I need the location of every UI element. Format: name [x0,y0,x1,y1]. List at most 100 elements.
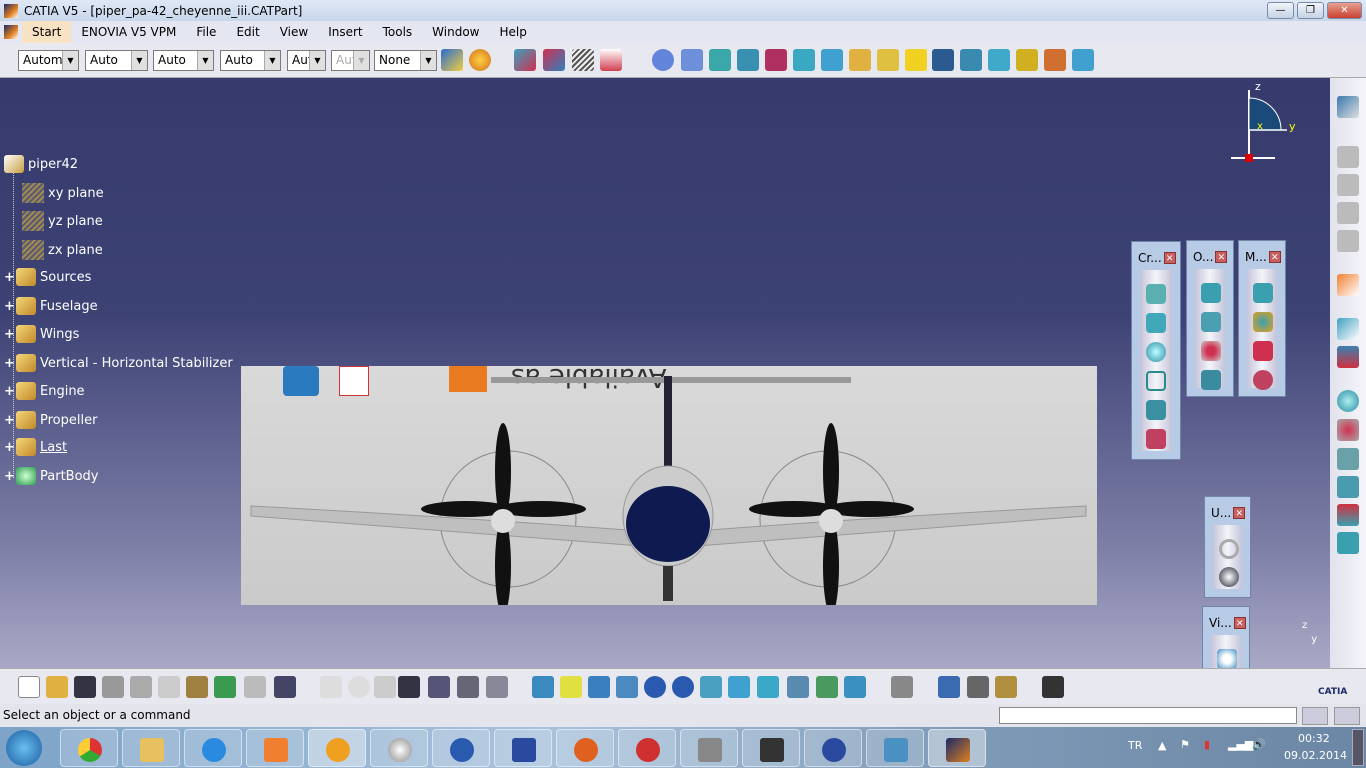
translate-icon[interactable] [821,49,843,71]
paste-icon[interactable] [186,676,208,698]
measure-point-icon[interactable] [1253,370,1273,390]
macro-icon[interactable] [374,676,396,698]
tree-item-sources[interactable]: + Sources [4,268,91,286]
mass-icon[interactable] [995,676,1017,698]
knowledge-icon[interactable] [348,676,370,698]
eye-icon[interactable] [1217,649,1237,669]
select-arrow-icon[interactable] [1337,274,1359,296]
rectangle-icon[interactable] [1146,371,1166,391]
split-icon[interactable] [765,49,787,71]
lock-icon[interactable] [457,676,479,698]
blueprint-image[interactable]: Available as [241,366,1097,605]
workbench-icon[interactable] [1337,96,1359,118]
expand-icon[interactable]: + [4,299,15,314]
extrude-icon[interactable] [514,49,536,71]
normal-view-icon[interactable] [700,676,722,698]
trim-icon[interactable] [793,49,815,71]
whats-this-icon[interactable] [274,676,296,698]
line-thickness-combo[interactable]: Auto ▼ [153,50,214,71]
taskbar-catia[interactable] [928,729,986,767]
point-type-combo[interactable]: Aut ▼ [287,50,326,71]
swap-space-icon[interactable] [844,676,866,698]
expand-icon[interactable]: + [4,327,15,342]
sphere-icon[interactable] [1146,342,1166,362]
blend-icon[interactable] [905,49,927,71]
tree-item-zx-plane[interactable]: zx plane [22,240,103,260]
user-toolbar-panel[interactable]: U... ✕ [1204,496,1251,598]
expand-icon[interactable]: + [4,356,15,371]
cube-icon[interactable] [1337,532,1359,554]
line-type-combo[interactable]: Auto ▼ [220,50,281,71]
tree-item-last[interactable]: + Last [4,438,67,456]
extrapolate-icon[interactable] [1072,49,1094,71]
tree-item-xy-plane[interactable]: xy plane [22,183,104,203]
menu-edit[interactable]: Edit [226,21,269,43]
command-options-button[interactable] [1302,707,1328,725]
clock-date[interactable]: 09.02.2014 [1284,749,1347,762]
expand-icon[interactable]: + [4,469,15,484]
measure-inertia-icon[interactable] [1253,341,1273,361]
pattern-points-icon[interactable] [1201,341,1221,361]
hand-cursor-icon[interactable] [1219,567,1239,587]
chevron-down-icon[interactable]: ▼ [309,51,325,70]
chevron-down-icon[interactable]: ▼ [420,51,436,70]
taskbar-app[interactable] [308,729,366,767]
power-icon[interactable]: ▮ [1204,738,1210,751]
taskbar-tool[interactable] [680,729,738,767]
color-combo[interactable]: Automa ▼ [18,50,79,71]
fillet-icon[interactable] [849,49,871,71]
tree-item-partbody[interactable]: + PartBody [4,467,98,485]
zoom-out-icon[interactable] [672,676,694,698]
tree-item-yz-plane[interactable]: yz plane [22,211,103,231]
command-input[interactable] [999,707,1297,724]
action-center-flag-icon[interactable]: ⚑ [1180,738,1190,751]
tree-item-wings[interactable]: + Wings [4,325,79,343]
open-icon[interactable] [46,676,68,698]
surface-patch-icon[interactable] [1146,429,1166,449]
chevron-down-icon[interactable]: ▼ [62,51,78,70]
taskbar-player[interactable] [432,729,490,767]
3d-viewport[interactable]: piper42 xy plane yz plane zx plane + Sour… [0,78,1330,707]
rotate-icon[interactable] [960,49,982,71]
chevron-down-icon[interactable]: ▼ [264,51,280,70]
taskbar-camera[interactable] [742,729,800,767]
expand-icon[interactable]: + [4,440,15,455]
rotate-view-icon[interactable] [616,676,638,698]
operations-toolbar-panel[interactable]: O... ✕ [1186,240,1234,397]
loft-icon[interactable] [1146,400,1166,420]
pattern-icon[interactable] [932,49,954,71]
boundary-icon[interactable] [737,49,759,71]
taskbar-app2[interactable] [804,729,862,767]
taskbar-dvd[interactable] [370,729,428,767]
chevron-down-icon[interactable]: ▼ [197,51,213,70]
clock-time[interactable]: 00:32 [1298,732,1330,745]
apply-material-icon[interactable] [967,676,989,698]
measure-toolbar-panel[interactable]: M... ✕ [1238,240,1286,397]
intersect-icon[interactable] [1337,419,1359,441]
project-icon[interactable] [1337,476,1359,498]
table-icon[interactable] [398,676,420,698]
affinity-icon[interactable] [1044,49,1066,71]
fly-mode-icon[interactable] [532,676,554,698]
select-list-icon[interactable] [1337,318,1359,340]
wireframe-box-icon[interactable] [1201,370,1221,390]
formula-icon[interactable] [320,676,342,698]
symmetry-icon[interactable] [988,49,1010,71]
join-icon[interactable] [681,49,703,71]
menu-start[interactable]: Start [22,21,72,43]
parameters-icon[interactable] [486,676,508,698]
close-icon[interactable]: ✕ [1268,250,1281,263]
measure-icon[interactable] [938,676,960,698]
thicken-icon[interactable] [1201,312,1221,332]
taskbar-photos[interactable] [866,729,924,767]
shading-icon[interactable] [787,676,809,698]
volume-icon[interactable]: 🔊 [1252,738,1266,751]
show-hidden-icons[interactable]: ▲ [1158,739,1166,752]
restore-button[interactable]: ❐ [1297,2,1324,19]
zoom-in-icon[interactable] [644,676,666,698]
taskbar-chrome[interactable] [60,729,118,767]
xyz-axis-icon[interactable] [1337,346,1359,368]
graphic-properties-icon[interactable] [469,49,491,71]
close-icon[interactable]: ✕ [1233,506,1246,519]
taskbar-phone[interactable] [494,729,552,767]
